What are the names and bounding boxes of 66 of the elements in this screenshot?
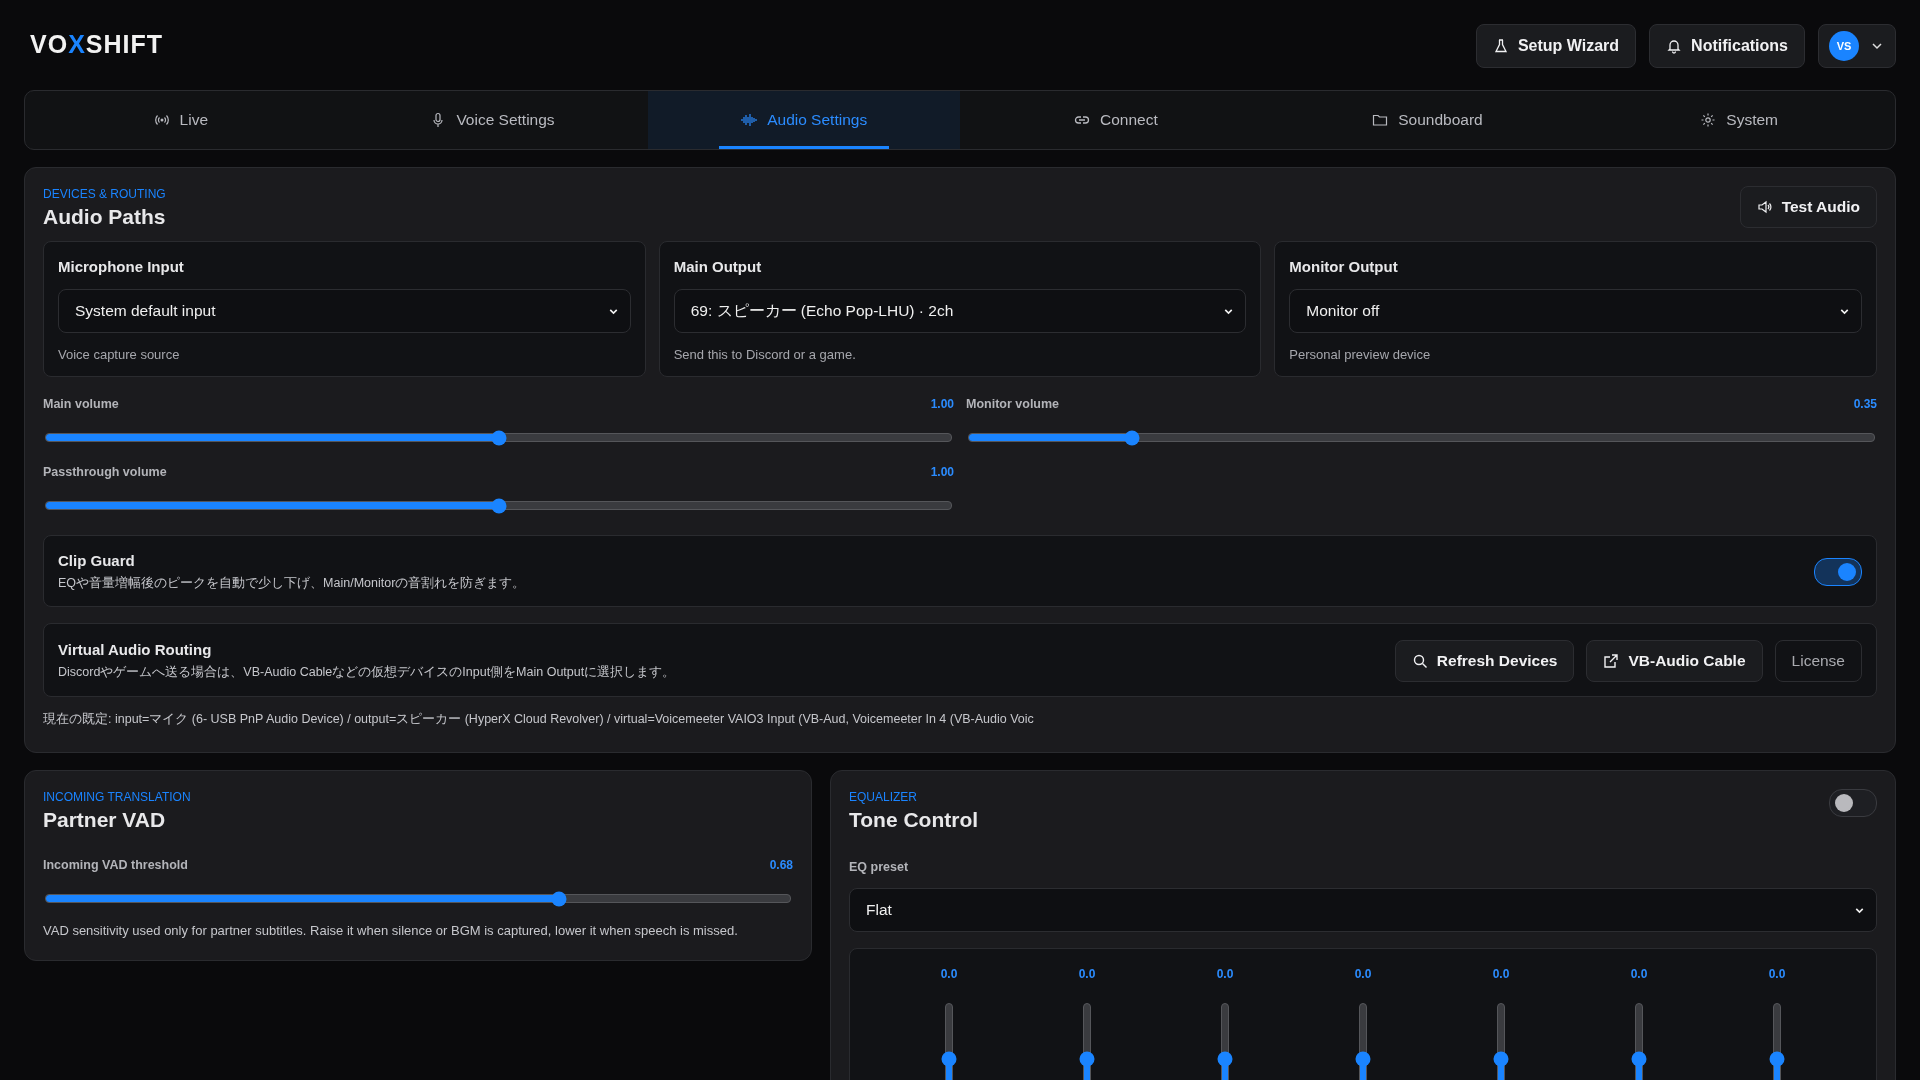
tab[interactable]: Voice Settings bbox=[408, 91, 577, 149]
speaker-icon bbox=[1756, 199, 1773, 215]
slider-reading: 1.00 bbox=[930, 397, 954, 411]
device-label: Microphone Input bbox=[58, 258, 185, 275]
settings-icon bbox=[1700, 112, 1717, 128]
section-title: Tone Control bbox=[849, 808, 979, 832]
device-hint: Voice capture source bbox=[58, 347, 181, 362]
section-title: Partner VAD bbox=[43, 808, 167, 832]
search-icon bbox=[1411, 653, 1428, 669]
tab[interactable]: Live bbox=[131, 91, 231, 149]
bell-icon bbox=[1666, 38, 1683, 54]
setup-wizard-button[interactable]: Setup Wizard bbox=[1475, 24, 1637, 68]
slider-label: Main volume bbox=[43, 397, 119, 411]
band-reading: 0.0 bbox=[1630, 967, 1648, 981]
current-defaults-text: 現在の既定: input=マイク (6- USB PnP Audio Device) / output=スピーカー (HyperX Cloud Revolver) / virtual=Voicemeeter VAIO3 Input (VB-Aud, Voicemeeter In 4 (VB-Audio Voic bbox=[43, 711, 1035, 728]
section-eyebrow: EQUALIZER bbox=[849, 790, 918, 804]
threshold-slider[interactable] bbox=[45, 894, 791, 903]
routing-title: Virtual Audio Routing bbox=[58, 641, 213, 658]
slider-reading: 1.00 bbox=[930, 465, 954, 479]
routing-description: Discordやゲームへ送る場合は、VB-Audio Cableなどの仮想デバイスのInput側をMain Outputに選択します。 bbox=[58, 664, 676, 681]
device-label: Main Output bbox=[673, 258, 763, 275]
band-reading: 0.0 bbox=[940, 967, 958, 981]
license-button[interactable]: License bbox=[1774, 640, 1862, 682]
band-reading: 0.0 bbox=[1492, 967, 1510, 981]
vad-description: VAD sensitivity used only for partner subtitles. Raise it when silence or BGM is captured, lower it when speech is missed. bbox=[43, 923, 739, 938]
preset-select[interactable]: Flat bbox=[849, 888, 1877, 932]
device-select[interactable]: Monitor off bbox=[1289, 289, 1862, 333]
band-reading: 0.0 bbox=[1354, 967, 1372, 981]
section-eyebrow: INCOMING TRANSLATION bbox=[43, 790, 192, 804]
clip-guard-title: Clip Guard bbox=[58, 552, 136, 569]
slider-label: Monitor volume bbox=[966, 397, 1060, 411]
toggle-switch[interactable] bbox=[1814, 558, 1862, 586]
band-reading: 0.0 bbox=[1078, 967, 1096, 981]
avatar: VS bbox=[1829, 31, 1859, 61]
notifications-button[interactable]: Notifications bbox=[1649, 24, 1805, 68]
band-reading: 0.0 bbox=[1768, 967, 1786, 981]
preset-label: EQ preset bbox=[849, 860, 909, 874]
logo: VOXSHIFT bbox=[30, 29, 164, 59]
tab[interactable]: Soundboard bbox=[1350, 91, 1505, 149]
section-eyebrow: DEVICES & ROUTING bbox=[43, 187, 166, 201]
device-hint: Send this to Discord or a game. bbox=[673, 347, 857, 362]
external-link-icon bbox=[1603, 653, 1620, 669]
device-label: Monitor Output bbox=[1289, 258, 1399, 275]
volume-slider[interactable] bbox=[45, 501, 952, 510]
slider-reading: 0.35 bbox=[1853, 397, 1877, 411]
folder-icon bbox=[1372, 112, 1389, 128]
volume-slider[interactable] bbox=[45, 433, 952, 442]
refresh-devices-button[interactable]: Refresh Devices bbox=[1394, 640, 1575, 682]
device-select[interactable]: System default input bbox=[58, 289, 631, 333]
flask-icon bbox=[1492, 38, 1509, 54]
device-select[interactable]: 69: スピーカー (Echo Pop-LHU) · 2ch bbox=[673, 289, 1247, 333]
section-title: Audio Paths bbox=[43, 205, 166, 229]
clip-guard-description: EQや音量増幅後のピークを自動で少し下げ、Main/Monitorの音割れを防ぎます。 bbox=[58, 575, 526, 592]
band-reading: 0.0 bbox=[1216, 967, 1234, 981]
volume-slider[interactable] bbox=[968, 433, 1875, 442]
toggle-switch[interactable] bbox=[1829, 789, 1877, 817]
tab[interactable]: Connect bbox=[1051, 91, 1180, 149]
waveform-icon bbox=[741, 112, 758, 128]
slider-label: Incoming VAD threshold bbox=[43, 858, 188, 872]
external-link-button[interactable]: VB-Audio Cable bbox=[1586, 640, 1763, 682]
tab[interactable]: System bbox=[1678, 91, 1800, 149]
slider-label: Passthrough volume bbox=[43, 465, 167, 479]
slider-reading: 0.68 bbox=[769, 858, 793, 872]
device-hint: Personal preview device bbox=[1289, 347, 1432, 362]
test-audio-button[interactable]: Test Audio bbox=[1739, 186, 1877, 228]
account-menu[interactable]: VS bbox=[1818, 24, 1896, 68]
